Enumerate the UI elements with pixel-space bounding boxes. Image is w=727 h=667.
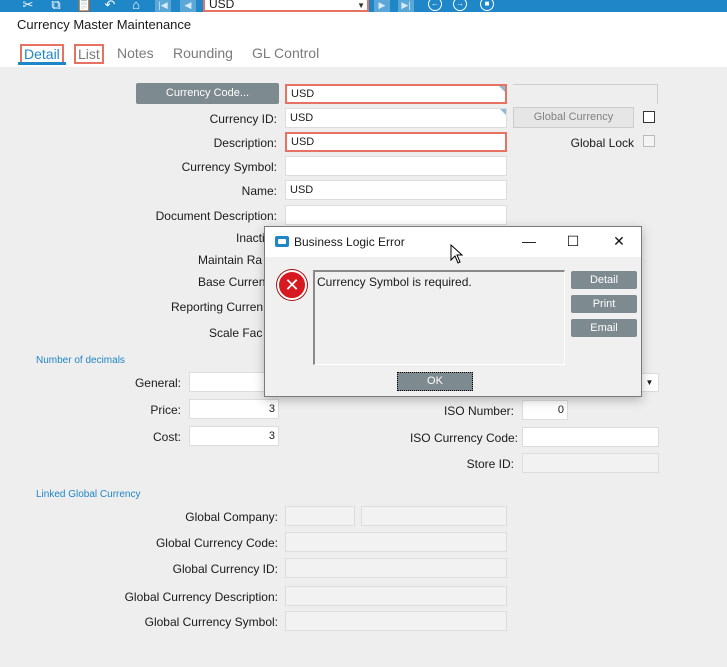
- description-field[interactable]: USD: [285, 132, 507, 152]
- home-icon[interactable]: ⌂: [128, 0, 144, 12]
- chevron-down-icon[interactable]: ▼: [357, 0, 365, 11]
- email-button[interactable]: Email: [571, 319, 637, 337]
- maximize-icon[interactable]: ☐: [559, 231, 587, 251]
- currency-id-field[interactable]: USD: [285, 108, 507, 128]
- description-value: USD: [291, 136, 315, 148]
- linked-global-currency-section-title: Linked Global Currency: [36, 489, 141, 500]
- tab-list[interactable]: List: [74, 44, 104, 64]
- next-record-icon[interactable]: ▶: [374, 0, 390, 12]
- maintain-rates-label: Maintain Ra: [198, 253, 263, 267]
- global-company-field[interactable]: [285, 506, 355, 526]
- tab-strip: [0, 39, 727, 67]
- currency-code-field[interactable]: USD: [285, 84, 507, 104]
- name-value: USD: [290, 184, 314, 196]
- active-tab-indicator: [18, 62, 66, 65]
- tab-notes[interactable]: Notes: [117, 45, 154, 61]
- error-message-box: Currency Symbol is required.: [313, 270, 565, 365]
- global-lock-checkbox[interactable]: [643, 135, 655, 147]
- currency-symbol-label: Currency Symbol:: [181, 160, 277, 174]
- global-company-name-field[interactable]: [361, 506, 507, 526]
- global-currency-description-label: Global Currency Description:: [124, 590, 278, 604]
- iso-currency-code-field[interactable]: [522, 427, 659, 447]
- global-currency-checkbox[interactable]: [643, 111, 655, 123]
- global-currency-description-field[interactable]: [285, 586, 507, 606]
- field-corner-marker: [500, 109, 506, 115]
- name-field[interactable]: USD: [285, 180, 507, 200]
- global-company-label: Global Company:: [185, 510, 278, 524]
- save-icon[interactable]: ■: [480, 0, 494, 11]
- cost-label: Cost:: [152, 430, 181, 444]
- global-currency-box: [513, 84, 658, 104]
- detail-button[interactable]: Detail: [571, 271, 637, 289]
- tab-gl-control[interactable]: GL Control: [252, 45, 319, 61]
- currency-id-label: Currency ID:: [209, 112, 277, 126]
- back-icon[interactable]: ←: [428, 0, 442, 11]
- record-selector-combo[interactable]: USD ▼: [203, 0, 369, 12]
- iso-number-field[interactable]: 0: [522, 400, 568, 420]
- field-corner-marker: [499, 86, 505, 92]
- tab-detail[interactable]: Detail: [20, 44, 64, 64]
- price-decimals-field[interactable]: 3: [189, 399, 279, 419]
- scale-factor-label: Scale Fac: [209, 326, 263, 340]
- page-title: Currency Master Maintenance: [17, 17, 192, 32]
- cost-decimals-value: 3: [268, 430, 275, 442]
- minimize-icon[interactable]: —: [515, 231, 543, 251]
- first-record-icon[interactable]: |◀: [155, 0, 171, 12]
- mouse-cursor-icon: [450, 244, 464, 264]
- currency-symbol-field[interactable]: [285, 156, 507, 176]
- last-record-icon[interactable]: ▶|: [398, 0, 414, 12]
- global-currency-id-label: Global Currency ID:: [172, 562, 278, 576]
- currency-code-value: USD: [291, 88, 315, 100]
- global-currency-symbol-field[interactable]: [285, 611, 507, 631]
- general-label: General:: [134, 376, 181, 390]
- price-decimals-value: 3: [268, 403, 275, 415]
- error-message: Currency Symbol is required.: [317, 275, 472, 289]
- price-label: Price:: [150, 403, 181, 417]
- description-label: Description:: [213, 136, 277, 150]
- chevron-down-icon[interactable]: ▼: [640, 373, 659, 392]
- record-selector-value: USD: [209, 0, 235, 11]
- global-currency-symbol-label: Global Currency Symbol:: [144, 615, 278, 629]
- iso-currency-code-label: ISO Currency Code:: [409, 431, 518, 445]
- previous-record-icon[interactable]: ◀: [180, 0, 196, 12]
- copy-icon[interactable]: ⧉: [48, 0, 64, 12]
- ok-button[interactable]: OK: [397, 372, 473, 391]
- inactive-label: Inacti: [236, 231, 265, 245]
- global-lock-label: Global Lock: [570, 136, 634, 150]
- cut-icon[interactable]: ✂: [20, 0, 36, 12]
- global-currency-code-label: Global Currency Code:: [155, 536, 278, 550]
- base-currency-label: Base Curren: [198, 275, 266, 289]
- name-label: Name:: [241, 184, 277, 198]
- paste-icon[interactable]: 📋: [76, 0, 92, 12]
- store-id-field[interactable]: [522, 453, 659, 473]
- document-description-label: Document Description:: [155, 209, 277, 223]
- error-icon: ✕: [277, 270, 307, 300]
- toolbar: ✂ ⧉ 📋 ↶ ⌂ |◀ ◀ USD ▼ ▶ ▶| ← → ■: [0, 0, 727, 12]
- undo-icon[interactable]: ↶: [102, 0, 118, 12]
- cost-decimals-field[interactable]: 3: [189, 426, 279, 446]
- iso-number-label: ISO Number:: [443, 404, 514, 418]
- print-button[interactable]: Print: [571, 295, 637, 313]
- number-of-decimals-section-title: Number of decimals: [36, 355, 125, 366]
- close-icon[interactable]: ✕: [605, 231, 633, 251]
- document-description-field[interactable]: [285, 205, 507, 225]
- reporting-currency-label: Reporting Curren: [171, 300, 264, 314]
- global-currency-id-field[interactable]: [285, 558, 507, 578]
- currency-id-value: USD: [290, 112, 314, 124]
- dialog-title: Business Logic Error: [294, 235, 405, 249]
- app-icon: [275, 236, 289, 247]
- store-id-label: Store ID:: [466, 457, 514, 471]
- tab-rounding[interactable]: Rounding: [173, 45, 233, 61]
- global-currency-button[interactable]: Global Currency: [513, 107, 634, 128]
- currency-code-button[interactable]: Currency Code...: [136, 83, 279, 104]
- iso-number-value: 0: [557, 404, 564, 416]
- global-currency-code-field[interactable]: [285, 532, 507, 552]
- forward-icon[interactable]: →: [453, 0, 467, 11]
